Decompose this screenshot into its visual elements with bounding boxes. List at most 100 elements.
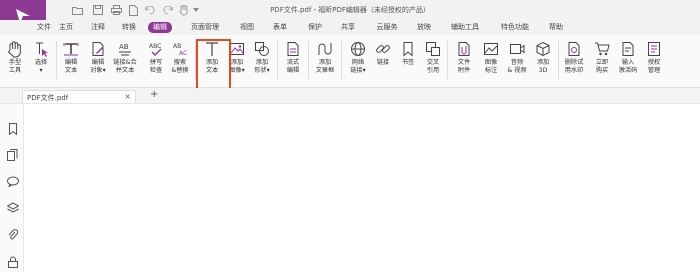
attachments-panel-icon[interactable] [6, 228, 19, 241]
svg-text:AB: AB [119, 43, 129, 51]
comments-panel-icon[interactable] [6, 175, 19, 188]
ribbon-separator [56, 41, 57, 79]
ribbon-separator [308, 41, 309, 79]
tool-label: 添加 文章框 [315, 59, 335, 74]
hand-tool-button[interactable]: 手型 工具 [2, 40, 28, 86]
tool-label: 书签 [401, 59, 415, 66]
tool-label: 链接 [376, 59, 390, 66]
link-icon [374, 40, 392, 58]
add-article-box-icon [316, 40, 334, 58]
document-tab-bar: PDF文件.pdf × [0, 88, 700, 104]
add-shape-button[interactable]: 添加 形状▾ [249, 40, 275, 86]
tool-label: 授权 管理 [647, 59, 661, 74]
tool-label: 图像 标注 [484, 59, 498, 74]
tool-label: 编辑 文本 [64, 59, 78, 74]
tool-label: 搜索 &替换 [171, 59, 189, 74]
link-button[interactable]: 链接 [370, 40, 396, 86]
print-icon[interactable] [109, 3, 123, 17]
hand-tool-icon [6, 40, 24, 58]
image-annotation-button[interactable]: 图像 标注 [478, 40, 504, 86]
tab-present[interactable]: 放映 [414, 22, 434, 33]
audio-video-icon [508, 40, 526, 58]
spell-check-button[interactable]: ABC 拼写 检查 [143, 40, 169, 86]
bookmark-button[interactable]: 书签 [395, 40, 421, 86]
tab-help[interactable]: 帮助 [546, 22, 566, 33]
tool-label: 拼写 检查 [149, 59, 163, 74]
tab-cloud[interactable]: 云服务 [373, 22, 401, 33]
tool-label: 删除试 用水印 [564, 59, 584, 74]
save-icon[interactable] [91, 3, 105, 17]
document-tab[interactable]: PDF文件.pdf × [22, 90, 136, 103]
tab-comment[interactable]: 注释 [88, 22, 108, 33]
tool-label: 手型 工具 [8, 59, 22, 74]
cross-reference-icon [424, 40, 442, 58]
tool-label: 编辑 对象▾ [90, 59, 106, 74]
edit-object-button[interactable]: 编辑 对象▾ [85, 40, 111, 86]
dropdown-icon[interactable] [189, 3, 203, 17]
tab-share[interactable]: 共享 [338, 22, 358, 33]
search-replace-icon: AB AC [171, 40, 189, 58]
cross-reference-button[interactable]: 交叉 引用 [420, 40, 446, 86]
add-article-box-button[interactable]: 添加 文章框 [312, 40, 338, 86]
link-merge-text-icon: AB [116, 40, 134, 58]
bookmark-panel-icon[interactable] [6, 122, 19, 135]
tool-label: 输入 激活码 [618, 59, 638, 74]
spell-check-icon: ABC [147, 40, 165, 58]
menu-tab-row: 文件 主页 注释 转换 编辑 页面管理 视图 表单 保护 共享 云服务 放映 辅… [0, 20, 700, 35]
tab-file[interactable]: 文件 [34, 22, 54, 33]
flow-edit-button[interactable]: 流式 编辑 [280, 40, 306, 86]
search-replace-button[interactable]: AB AC 搜索 &替换 [167, 40, 193, 86]
add-3d-button[interactable]: 添加 3D [530, 40, 556, 86]
flow-edit-icon [284, 40, 302, 58]
tool-label: 选择 ▾ [34, 59, 48, 74]
document-view-area[interactable] [24, 104, 700, 272]
activation-code-button[interactable]: 输入 激活码 [615, 40, 641, 86]
tab-page-manage[interactable]: 页面管理 [187, 22, 223, 33]
tool-label: 网络 链接▾ [350, 59, 366, 74]
folder-icon[interactable] [70, 3, 84, 17]
tab-features[interactable]: 特色功能 [497, 22, 533, 33]
web-link-button[interactable]: 网络 链接▾ [345, 40, 371, 86]
select-button[interactable]: 选择 ▾ [28, 40, 54, 86]
tab-form[interactable]: 表单 [270, 22, 290, 33]
tab-convert[interactable]: 转换 [119, 22, 139, 33]
pages-panel-icon[interactable] [6, 148, 19, 161]
ribbon-separator [558, 41, 559, 79]
tab-home[interactable]: 主页 [56, 22, 76, 33]
tool-label: 音频 & 视频 [507, 59, 527, 74]
select-icon [32, 40, 50, 58]
tab-accessibility[interactable]: 辅助工具 [447, 22, 483, 33]
image-annotation-icon [482, 40, 500, 58]
license-manage-button[interactable]: 授权 管理 [641, 40, 667, 86]
link-merge-text-button[interactable]: AB 链接&合 并文本 [112, 40, 138, 86]
ribbon-separator [277, 41, 278, 79]
tool-label: 立即 购买 [595, 59, 609, 74]
add-tab-button[interactable]: + [150, 89, 158, 100]
tab-view[interactable]: 视图 [237, 22, 257, 33]
ribbon-separator [447, 41, 448, 79]
edit-text-icon [62, 40, 80, 58]
edit-object-icon [89, 40, 107, 58]
remove-watermark-button[interactable]: 删除试 用水印 [561, 40, 587, 86]
close-icon[interactable]: × [124, 92, 131, 101]
document-tab-name: PDF文件.pdf [27, 94, 69, 102]
tool-label: 添加 形状▾ [254, 59, 270, 74]
audio-video-button[interactable]: 音频 & 视频 [504, 40, 530, 86]
tool-label: 流式 编辑 [286, 59, 300, 74]
buy-now-button[interactable]: 立即 购买 [589, 40, 615, 86]
new-doc-icon[interactable] [126, 3, 140, 17]
redo-icon[interactable] [160, 3, 174, 17]
tab-edit[interactable]: 编辑 [148, 22, 172, 33]
activation-code-icon [619, 40, 637, 58]
file-attachment-button[interactable]: 文件 附件 [451, 40, 477, 86]
title-bar: PDF文件.pdf - 福昕PDF编辑器（未经授权的产品） [0, 0, 700, 20]
undo-icon[interactable] [143, 3, 157, 17]
tab-protect[interactable]: 保护 [305, 22, 325, 33]
edit-text-button[interactable]: 编辑 文本 [58, 40, 84, 86]
security-panel-icon[interactable] [6, 255, 19, 268]
web-link-icon [349, 40, 367, 58]
add-shape-icon [253, 40, 271, 58]
navigation-sidebar [0, 104, 24, 272]
layers-panel-icon[interactable] [6, 201, 19, 214]
tool-label: 文件 附件 [457, 59, 471, 74]
